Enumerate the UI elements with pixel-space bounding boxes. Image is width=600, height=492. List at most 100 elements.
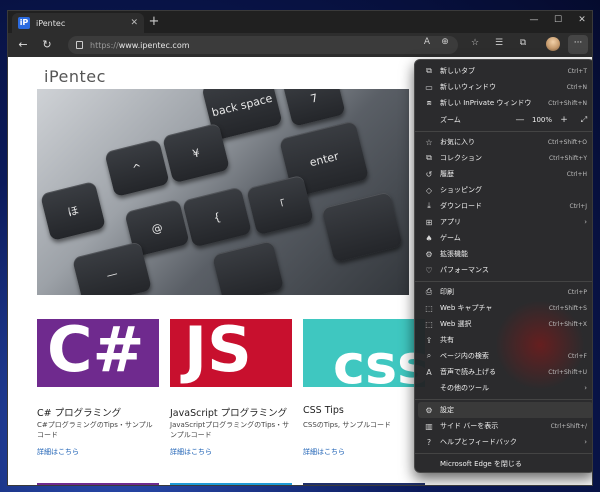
card-description: CSSのTips, サンプルコード — [303, 421, 391, 429]
address-bar[interactable]: https:// www.ipentec.com — [68, 36, 458, 54]
menu-item-label: Web 選択 — [440, 320, 472, 328]
menu-item-history[interactable]: ↺ 履歴 Ctrl+H — [418, 166, 592, 182]
key-seven: 7 — [282, 89, 346, 127]
site-logo[interactable]: iPentec — [44, 67, 106, 86]
settings-and-more-icon[interactable]: ··· — [568, 35, 588, 54]
menu-item-read-aloud[interactable]: A 音声で読み上げる Ctrl+Shift+U — [418, 364, 592, 380]
card-link[interactable]: 詳細はこちら — [303, 447, 345, 457]
lock-icon — [76, 41, 83, 49]
menu-item-web-select[interactable]: ⬚ Web 選択 Ctrl+Shift+X — [418, 316, 592, 332]
menu-item-shortcut: Ctrl+Shift+X — [548, 320, 587, 328]
card-link[interactable]: 詳細はこちら — [37, 447, 79, 457]
menu-item-label: コレクション — [440, 154, 482, 162]
key-label: { — [212, 209, 222, 225]
card-thumbnail[interactable]: css — [303, 319, 425, 387]
key-label: back space — [210, 91, 274, 119]
menu-item-shortcut: Ctrl+J — [569, 202, 587, 210]
menu-item-label: お気に入り — [440, 138, 475, 146]
minimize-icon[interactable]: — — [526, 15, 542, 25]
card-thumbnail[interactable]: C# — [37, 319, 159, 387]
favorites-bar-icon[interactable]: ☰ — [492, 38, 506, 48]
tab-title: iPentec — [36, 18, 66, 28]
menu-item-favorites[interactable]: ☆ お気に入り Ctrl+Shift+O — [418, 134, 592, 150]
menu-separator — [415, 453, 592, 454]
card-link[interactable]: 詳細はこちら — [170, 447, 212, 457]
apps-icon: ⊞ — [425, 217, 433, 227]
settings-icon: ⚙ — [425, 405, 433, 415]
menu-separator — [415, 399, 592, 400]
menu-item-games[interactable]: ♠ ゲーム — [418, 230, 592, 246]
menu-item-label: 設定 — [440, 406, 454, 414]
read-aloud-icon[interactable]: A — [420, 37, 434, 47]
menu-item-label: その他のツール — [440, 384, 489, 392]
zoom-out-icon[interactable]: — — [513, 115, 527, 125]
site-favicon-icon: iP — [18, 17, 30, 29]
menu-separator — [415, 281, 592, 282]
menu-item-shortcut: Ctrl+Shift+O — [547, 138, 587, 146]
menu-item-more-tools[interactable]: その他のツール › — [418, 380, 592, 396]
zoom-value: 100% — [531, 116, 552, 124]
card-title[interactable]: CSS Tips — [303, 405, 344, 416]
chevron-right-icon: › — [584, 438, 587, 446]
card-title[interactable]: JavaScript プログラミング — [170, 405, 287, 419]
zoom-label: ズーム — [440, 116, 461, 124]
fullscreen-icon[interactable]: ⤢ — [575, 115, 592, 125]
key-label: ¥ — [191, 145, 201, 161]
menu-item-downloads[interactable]: ⤓ ダウンロード Ctrl+J — [418, 198, 592, 214]
menu-item-print[interactable]: ⎙ 印刷 Ctrl+P — [418, 284, 592, 300]
menu-item-new-tab[interactable]: ⧉ 新しいタブ Ctrl+T — [418, 63, 592, 79]
key-yen: ¥ — [162, 122, 230, 184]
menu-item-label: ダウンロード — [440, 202, 482, 210]
thumb-label: C# — [47, 319, 145, 386]
menu-item-new-inprivate[interactable]: ⧈ 新しい InPrivate ウィンドウ Ctrl+Shift+N — [418, 95, 592, 111]
new-window-icon: ▭ — [425, 82, 433, 92]
menu-item-help-feedback[interactable]: ? ヘルプとフィードバック › — [418, 434, 592, 450]
menu-item-find-on-page[interactable]: ⌕ ページ内の検索 Ctrl+F — [418, 348, 592, 364]
hero-keyboard-image: back space enter 7 ¥ ^ { 「 @ ほ — — [37, 89, 409, 295]
menu-item-show-sidebar[interactable]: ▥ サイド バーを表示 Ctrl+Shift+/ — [418, 418, 592, 434]
refresh-icon[interactable]: ↻ — [40, 38, 54, 51]
download-icon: ⤓ — [427, 201, 431, 210]
tab-ipentec[interactable]: iP iPentec ✕ — [12, 13, 144, 33]
sidebar-icon: ▥ — [425, 421, 433, 431]
menu-item-apps[interactable]: ⊞ アプリ › — [418, 214, 592, 230]
favorites-icon: ☆ — [425, 137, 433, 147]
app-available-icon[interactable]: ⊕ — [438, 37, 452, 47]
menu-item-label: ヘルプとフィードバック — [440, 438, 517, 446]
key-label: enter — [308, 149, 340, 169]
profile-avatar[interactable] — [546, 37, 560, 51]
next-card-strip — [170, 483, 292, 485]
card-javascript[interactable]: JS JavaScript プログラミング JavaScriptプログラミングの… — [170, 319, 292, 456]
card-title[interactable]: C# プログラミング — [37, 405, 121, 419]
menu-item-collections[interactable]: ⧉ コレクション Ctrl+Shift+Y — [418, 150, 592, 166]
menu-item-share[interactable]: ⇪ 共有 — [418, 332, 592, 348]
favorites-star-icon[interactable]: ☆ — [468, 38, 482, 48]
zoom-in-icon[interactable]: + — [557, 115, 571, 125]
card-thumbnail[interactable]: JS — [170, 319, 292, 387]
new-tab-plus-icon[interactable]: + — [146, 14, 162, 29]
extensions-icon: ⚙ — [425, 249, 433, 259]
address-toolbar: ← ↻ https:// www.ipentec.com A ⊕ ☆ ☰ ⧉ ·… — [8, 33, 592, 57]
menu-item-shopping[interactable]: ◇ ショッピング — [418, 182, 592, 198]
card-csharp[interactable]: C# C# プログラミング C#プログラミングのTips・サンプルコード 詳細は… — [37, 319, 159, 456]
menu-item-new-window[interactable]: ▭ 新しいウィンドウ Ctrl+N — [418, 79, 592, 95]
menu-item-performance[interactable]: ♡ パフォーマンス — [418, 262, 592, 278]
next-card-strip — [37, 483, 159, 485]
maximize-icon[interactable]: ☐ — [550, 15, 566, 25]
window-close-icon[interactable]: ✕ — [574, 15, 590, 25]
collections-icon[interactable]: ⧉ — [516, 38, 530, 48]
tab-close-icon[interactable]: ✕ — [130, 18, 138, 28]
back-arrow-icon[interactable]: ← — [16, 38, 30, 51]
menu-item-shortcut: Ctrl+Shift+S — [548, 304, 587, 312]
menu-item-label: 新しいウィンドウ — [440, 83, 496, 91]
card-description: JavaScriptプログラミングのTips・サンプルコード — [170, 421, 290, 439]
card-css[interactable]: css CSS Tips CSSのTips, サンプルコード 詳細はこちら — [303, 319, 425, 456]
tab-bar: iP iPentec ✕ + — ☐ ✕ — [8, 11, 592, 33]
menu-item-close-edge[interactable]: Microsoft Edge を閉じる — [418, 456, 592, 472]
menu-item-extensions[interactable]: ⚙ 拡張機能 — [418, 246, 592, 262]
key-label: — — [105, 266, 119, 282]
menu-item-settings[interactable]: ⚙ 設定 — [418, 402, 592, 418]
menu-item-label: 印刷 — [440, 288, 454, 296]
menu-item-web-capture[interactable]: ⬚ Web キャプチャ Ctrl+Shift+S — [418, 300, 592, 316]
settings-and-more-menu: ⧉ 新しいタブ Ctrl+T ▭ 新しいウィンドウ Ctrl+N ⧈ 新しい I… — [414, 59, 592, 473]
